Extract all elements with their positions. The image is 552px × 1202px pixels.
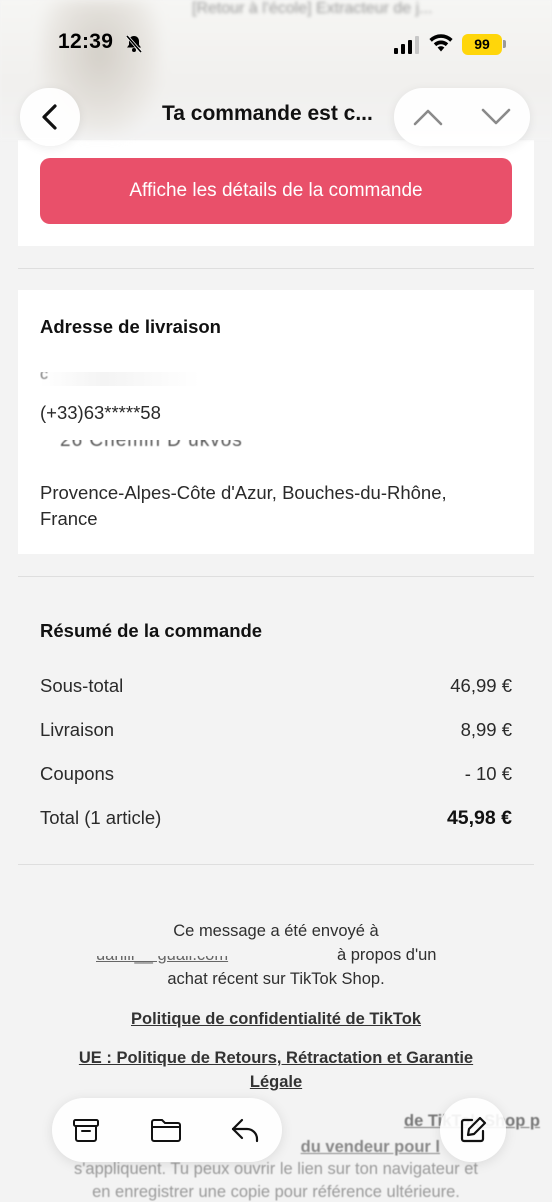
archive-icon xyxy=(73,1119,99,1142)
summary-row-coupons: Coupons - 10 € xyxy=(40,763,512,785)
battery-tip xyxy=(503,40,506,48)
message-navigation xyxy=(394,88,530,146)
archive-button[interactable] xyxy=(56,1098,116,1162)
reply-button[interactable] xyxy=(216,1098,276,1162)
folder-icon xyxy=(151,1119,181,1142)
order-details-card: Affiche les détails de la commande xyxy=(18,140,534,246)
redacted-recipient-name: c xyxy=(40,372,200,386)
row-value: 8,99 € xyxy=(460,719,512,740)
chevron-down-icon xyxy=(481,108,511,125)
row-value: - 10 € xyxy=(464,763,512,784)
recipient-phone: (+33)63*****58 xyxy=(40,402,161,423)
address-region: Provence-Alpes-Côte d'Azur, Bouches-du-R… xyxy=(40,482,447,503)
chevron-up-icon xyxy=(413,109,443,126)
shipping-address-title: Adresse de livraison xyxy=(40,316,221,337)
footer-recent-purchase: achat récent sur TikTok Shop. xyxy=(167,970,385,988)
row-label: Livraison xyxy=(40,719,115,740)
footer-sent-to: Ce message a été envoyé à xyxy=(173,922,379,940)
previous-message-button[interactable] xyxy=(398,88,458,146)
row-label: Sous-total xyxy=(40,675,124,696)
address-country: France xyxy=(40,508,98,529)
cellular-signal-icon xyxy=(394,36,419,54)
wifi-icon xyxy=(429,34,453,52)
summary-row-shipping: Livraison 8,99 € xyxy=(40,719,512,741)
returns-policy-link-cont[interactable]: Légale xyxy=(0,1073,552,1092)
next-message-button[interactable] xyxy=(466,88,526,146)
divider xyxy=(18,576,534,577)
redacted-street-address: 2­6 Ch­emi­n D­ u­kv­os xyxy=(60,440,243,451)
navigation-bar: Ta commande est c... xyxy=(0,86,552,146)
mail-toolbar xyxy=(52,1098,282,1162)
divider xyxy=(18,268,534,269)
compose-icon xyxy=(460,1116,487,1143)
view-order-details-button[interactable]: Affiche les détails de la commande xyxy=(40,158,512,224)
chevron-left-icon xyxy=(42,104,57,130)
bell-slash-icon xyxy=(125,35,143,53)
back-button[interactable] xyxy=(20,88,80,146)
status-bar: 12:39 99 xyxy=(0,0,552,90)
page-title: Ta commande est c... xyxy=(162,102,373,125)
row-value: 45,98 € xyxy=(446,807,512,829)
summary-row-total: Total (1 article) 45,98 € xyxy=(40,807,512,829)
row-value: 46,99 € xyxy=(450,675,512,696)
privacy-policy-link[interactable]: Politique de confidentialité de TikTok xyxy=(0,1010,552,1029)
order-summary-title: Résumé de la commande xyxy=(40,620,263,641)
returns-policy-link[interactable]: UE : Politique de Retours, Rétractation … xyxy=(0,1049,552,1068)
battery-indicator: 99 xyxy=(462,34,502,55)
summary-row-subtotal: Sous-total 46,99 € xyxy=(40,675,512,697)
shipping-address-card: Adresse de livraison c (+33)63*****58 2­… xyxy=(18,290,534,554)
redacted-email: u­ani­li­­­_­­­_­­ ­g­u­ail.com xyxy=(96,946,336,966)
footer-save-copy-text: en enregistrer une copie pour référence … xyxy=(92,1183,460,1201)
row-label: Coupons xyxy=(40,763,115,784)
clock: 12:39 xyxy=(58,30,114,53)
row-label: Total (1 article) xyxy=(40,807,162,828)
divider xyxy=(18,864,534,865)
reply-icon xyxy=(231,1118,259,1143)
move-to-folder-button[interactable] xyxy=(136,1098,196,1162)
footer-about: à propos d'un xyxy=(337,946,437,964)
compose-button[interactable] xyxy=(440,1098,506,1162)
footer-open-link-text: s'appliquent. Tu peux ouvrir le lien sur… xyxy=(74,1160,478,1178)
